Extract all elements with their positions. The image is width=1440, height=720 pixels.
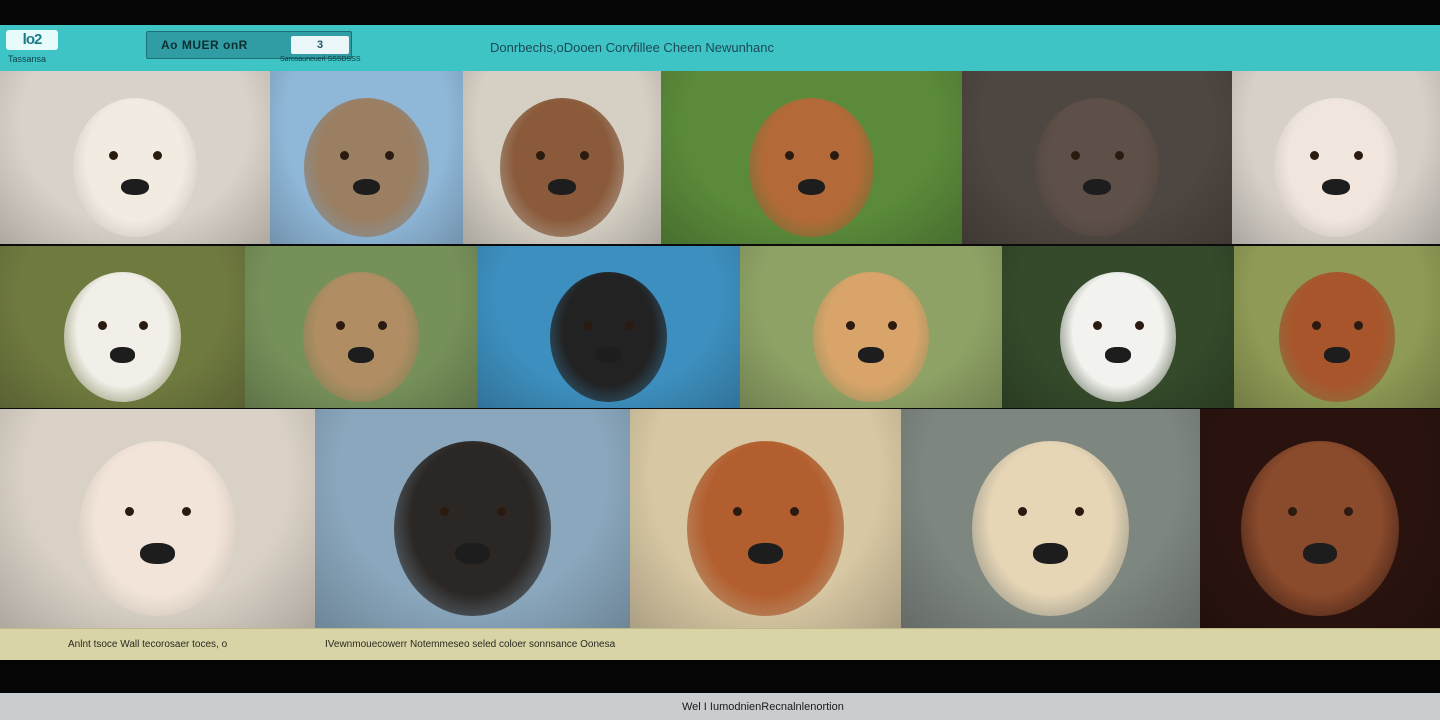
caption-right: IVewnmouecowerr Notemmeseo seled coloer … <box>325 639 616 650</box>
dog-nose <box>1302 542 1338 564</box>
dog-nose <box>1033 542 1068 564</box>
dog-eye <box>829 150 839 160</box>
dog-face <box>302 272 420 402</box>
dog-face <box>1273 98 1399 237</box>
logo-subtitle: Tassansa <box>8 54 47 64</box>
header-bar: lo2 Tassansa Ao MUER onR 3 Sarcoauneuerl… <box>0 25 1440 71</box>
brand-subtitle: Sarcoauneuerl SSSDSSS <box>280 56 361 63</box>
dog-face <box>1278 272 1396 402</box>
dog-face <box>304 98 429 237</box>
dog-nose <box>1324 347 1350 363</box>
dog-nose <box>1083 178 1111 196</box>
dog-eye <box>108 150 118 160</box>
dog-nose <box>121 178 149 196</box>
black-gap <box>0 660 1440 693</box>
dog-photo-tile[interactable] <box>661 71 962 244</box>
dog-photo-tile[interactable] <box>740 246 1002 408</box>
page-title: Donrbechs,oDooen Corvfillee Cheen Newunh… <box>490 40 775 55</box>
dog-face <box>78 440 237 617</box>
dog-photo-tile[interactable] <box>1002 246 1234 408</box>
dog-nose <box>595 347 622 363</box>
dog-nose <box>797 178 826 196</box>
dog-face <box>749 98 874 237</box>
dog-nose <box>109 347 136 363</box>
dog-photo-tile[interactable] <box>1234 246 1440 408</box>
dog-photo-tile[interactable] <box>1232 71 1440 244</box>
dog-face <box>72 98 198 237</box>
dog-eye <box>1070 150 1080 160</box>
dog-face <box>393 440 552 617</box>
brand-badge: 3 <box>291 36 349 54</box>
dog-photo-tile[interactable] <box>477 246 740 408</box>
dog-nose <box>348 347 374 363</box>
dog-photo-tile[interactable] <box>463 71 661 244</box>
dog-photo-tile[interactable] <box>0 409 315 628</box>
caption-left: Anlnt tsoce Wall tecorosaer toces, o <box>68 639 228 650</box>
footer-text: Wel I IumodnienRecnalnlenortion <box>682 701 844 713</box>
dog-photo-tile[interactable] <box>0 71 270 244</box>
caption-bar: Anlnt tsoce Wall tecorosaer toces, o IVe… <box>0 628 1440 660</box>
dog-eye <box>785 150 795 160</box>
dog-eye <box>535 150 545 160</box>
dog-photo-tile[interactable] <box>901 409 1200 628</box>
dog-nose <box>1322 178 1350 196</box>
top-black-strip <box>0 0 1440 25</box>
dog-eye <box>384 150 394 160</box>
dog-nose <box>748 542 783 564</box>
dog-photo-tile[interactable] <box>962 71 1232 244</box>
dog-face <box>499 98 625 237</box>
dog-face <box>971 440 1130 617</box>
dog-eye <box>583 321 593 331</box>
dog-photo-tile[interactable] <box>315 409 630 628</box>
dog-face <box>64 272 181 402</box>
dog-eye <box>340 150 350 160</box>
dog-photo-grid <box>0 71 1440 628</box>
dog-face <box>1034 98 1160 237</box>
app-logo[interactable]: lo2 <box>6 30 58 50</box>
dog-photo-tile[interactable] <box>245 246 477 408</box>
dog-nose <box>455 542 490 564</box>
dog-nose <box>858 347 884 363</box>
brand-label: Ao MUER onR <box>161 38 248 52</box>
dog-nose <box>1105 347 1131 363</box>
dog-nose <box>352 178 381 196</box>
dog-photo-tile[interactable] <box>270 71 463 244</box>
dog-photo-tile[interactable] <box>0 246 245 408</box>
brand-banner[interactable]: Ao MUER onR 3 <box>146 31 352 59</box>
dog-face <box>550 272 667 402</box>
dog-eye <box>97 321 107 331</box>
dog-face <box>686 440 845 617</box>
dog-photo-tile[interactable] <box>630 409 901 628</box>
dog-face <box>1059 272 1177 402</box>
dog-nose <box>548 178 576 196</box>
dog-photo-tile[interactable] <box>1200 409 1440 628</box>
footer-bar: Wel I IumodnienRecnalnlenortion <box>0 693 1440 720</box>
dog-face <box>812 272 930 402</box>
dog-nose <box>140 542 175 564</box>
dog-eye <box>1309 150 1319 160</box>
dog-face <box>1241 440 1399 617</box>
